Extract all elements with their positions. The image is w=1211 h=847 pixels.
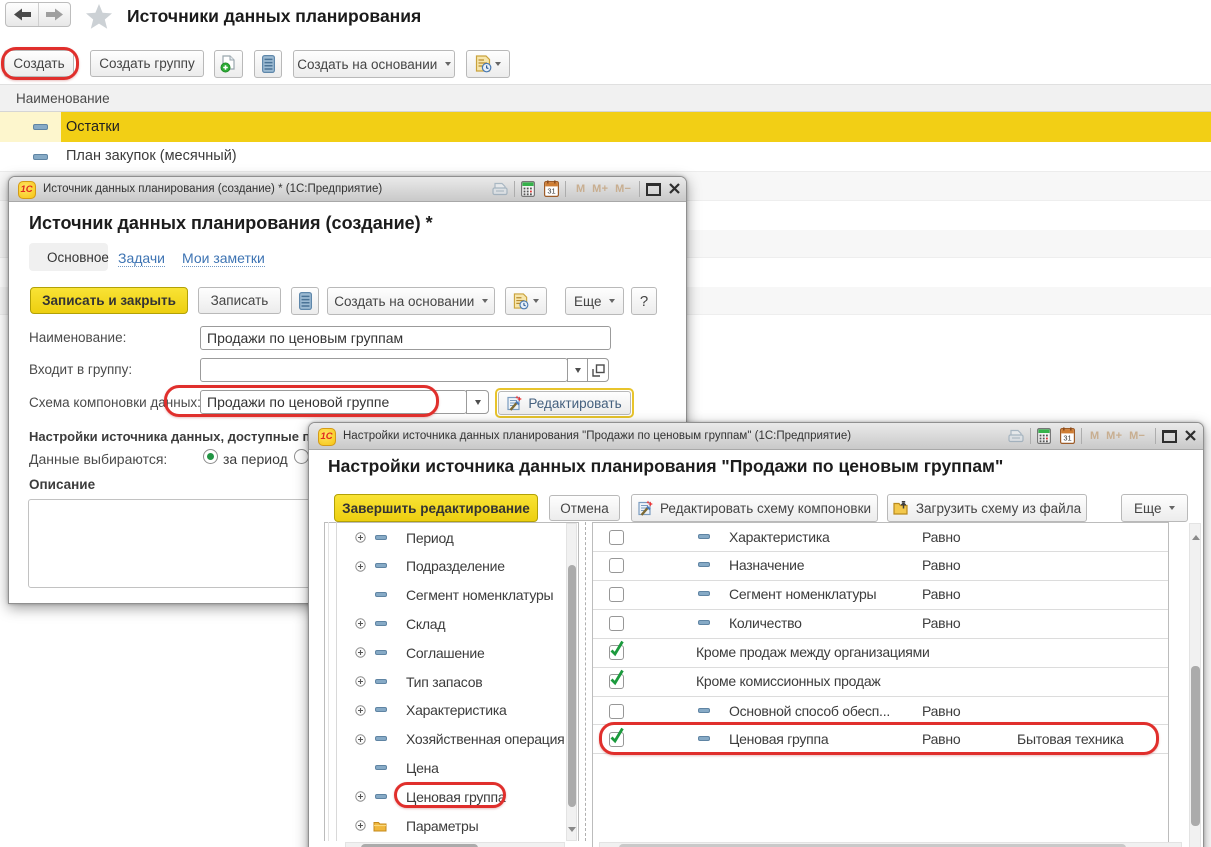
- svg-text:31: 31: [547, 187, 555, 196]
- svg-text:31: 31: [1063, 434, 1071, 443]
